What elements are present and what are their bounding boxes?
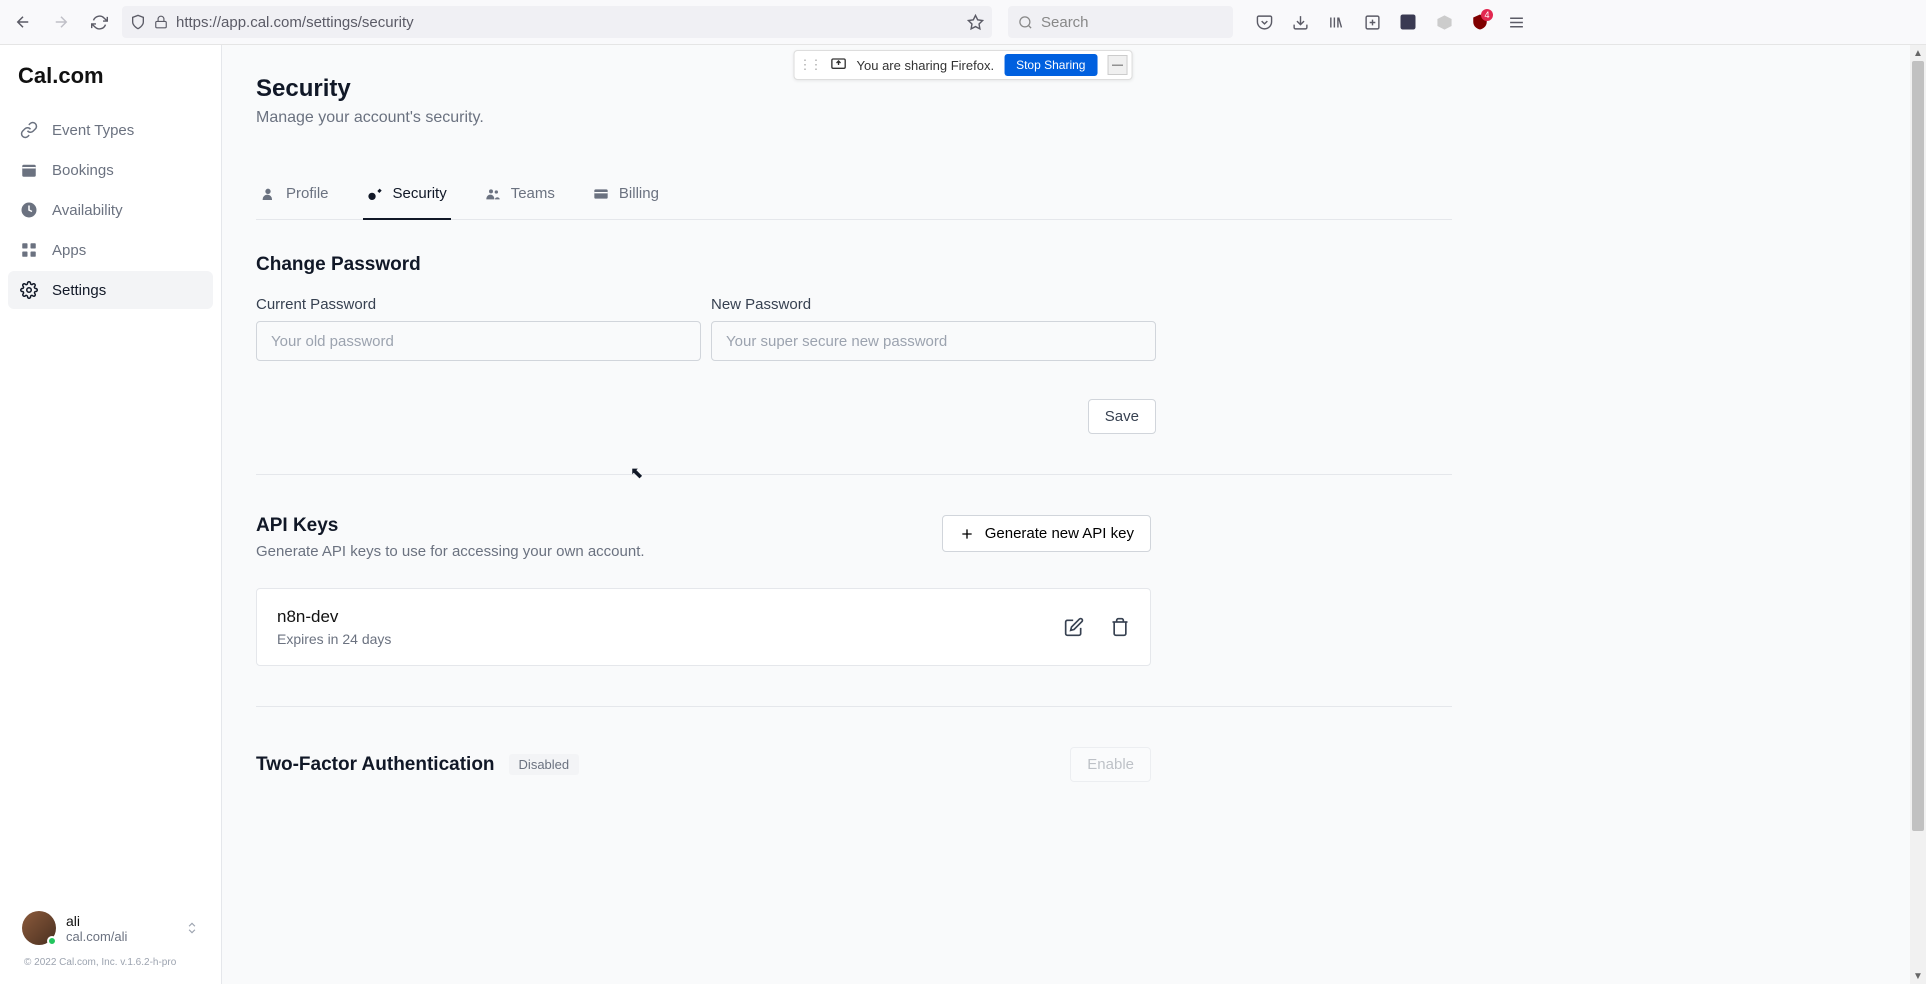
gear-icon [20,281,38,299]
tab-label: Teams [511,185,555,202]
users-icon [485,186,501,202]
pocket-icon[interactable] [1249,7,1279,37]
downloads-icon[interactable] [1285,7,1315,37]
settings-tabs: Profile Security Teams Billing [256,175,1452,220]
scroll-up-icon[interactable]: ▲ [1910,45,1926,61]
change-password-title: Change Password [256,254,1452,276]
sidebar: Cal.com Event Types Bookings Availabilit… [0,45,222,984]
user-icon [260,186,276,202]
api-key-name: n8n-dev [277,607,391,627]
generate-api-key-button[interactable]: Generate new API key [942,515,1151,552]
back-button[interactable] [8,7,38,37]
tab-label: Billing [619,185,659,202]
sidebar-item-apps[interactable]: Apps [8,231,213,269]
user-name: ali [66,913,175,929]
sidebar-item-label: Apps [52,242,86,259]
sidebar-item-settings[interactable]: Settings [8,271,213,309]
chevron-updown-icon [185,918,199,938]
tab-profile[interactable]: Profile [256,175,333,220]
tab-teams[interactable]: Teams [481,175,559,220]
shield-icon [130,14,146,30]
tab-security[interactable]: Security [363,175,451,220]
sidebar-item-bookings[interactable]: Bookings [8,151,213,189]
sidebar-item-label: Settings [52,282,106,299]
extension-icon-3[interactable] [1429,7,1459,37]
plus-icon [959,526,975,542]
key-icon [367,186,383,202]
api-keys-title: API Keys [256,515,645,537]
forward-button[interactable] [46,7,76,37]
extension-icon-1[interactable] [1357,7,1387,37]
current-password-input[interactable] [256,321,701,361]
calendar-icon [20,161,38,179]
grid-icon [20,241,38,259]
page-subtitle: Manage your account's security. [256,109,1452,127]
change-password-section: Change Password Current Password New Pas… [256,254,1452,475]
trash-icon[interactable] [1110,617,1130,637]
enable-button[interactable]: Enable [1070,747,1151,782]
cursor-icon: ⬉ [630,463,643,483]
card-icon [593,186,609,202]
ublock-icon[interactable]: 4 [1465,7,1495,37]
edit-icon[interactable] [1064,617,1084,637]
api-key-row: n8n-dev Expires in 24 days [256,588,1151,666]
sidebar-item-label: Event Types [52,122,134,139]
sidebar-item-event-types[interactable]: Event Types [8,111,213,149]
scroll-thumb[interactable] [1912,61,1924,831]
status-online-icon [47,936,57,946]
search-placeholder: Search [1041,14,1089,31]
browser-toolbar: https://app.cal.com/settings/security Se… [0,0,1926,45]
current-password-label: Current Password [256,296,701,313]
generate-label: Generate new API key [985,525,1134,542]
sidebar-item-availability[interactable]: Availability [8,191,213,229]
address-bar[interactable]: https://app.cal.com/settings/security [122,6,992,38]
new-password-input[interactable] [711,321,1156,361]
stop-sharing-button[interactable]: Stop Sharing [1004,54,1097,76]
link-icon [20,121,38,139]
save-button[interactable]: Save [1088,399,1156,434]
tab-label: Profile [286,185,329,202]
main-content: Security Manage your account's security.… [222,45,1926,984]
twofa-section: Two-Factor Authentication Disabled Enabl… [256,747,1151,782]
clock-icon [20,201,38,219]
api-keys-subtitle: Generate API keys to use for accessing y… [256,543,645,560]
tab-billing[interactable]: Billing [589,175,663,220]
share-screen-icon [831,57,847,73]
menu-icon[interactable] [1501,7,1531,37]
extension-icon-2[interactable] [1393,7,1423,37]
scroll-down-icon[interactable]: ▼ [1910,968,1926,984]
logo[interactable]: Cal.com [8,63,213,111]
sidebar-item-label: Bookings [52,162,114,179]
search-icon [1018,15,1033,30]
drag-handle-icon[interactable]: ⋮⋮ [799,57,821,73]
tab-label: Security [393,185,447,202]
badge-count: 4 [1481,9,1493,21]
sidebar-item-label: Availability [52,202,123,219]
api-key-expiry: Expires in 24 days [277,631,391,647]
scrollbar[interactable]: ▲ ▼ [1910,45,1926,984]
bookmark-star-icon[interactable] [967,14,984,31]
reload-button[interactable] [84,7,114,37]
browser-search[interactable]: Search [1008,6,1233,38]
status-badge: Disabled [509,754,580,775]
new-password-label: New Password [711,296,1156,313]
minimize-button[interactable]: — [1107,55,1127,75]
twofa-title: Two-Factor Authentication [256,754,495,776]
sharing-text: You are sharing Firefox. [857,58,995,73]
lock-icon [154,15,168,29]
library-icon[interactable] [1321,7,1351,37]
user-url: cal.com/ali [66,929,175,944]
url-text: https://app.cal.com/settings/security [176,14,959,31]
sharing-indicator: ⋮⋮ You are sharing Firefox. Stop Sharing… [794,50,1133,80]
user-menu[interactable]: ali cal.com/ali [16,905,205,951]
api-keys-section: API Keys Generate API keys to use for ac… [256,515,1452,707]
copyright: © 2022 Cal.com, Inc. v.1.6.2-h-pro [16,951,205,968]
